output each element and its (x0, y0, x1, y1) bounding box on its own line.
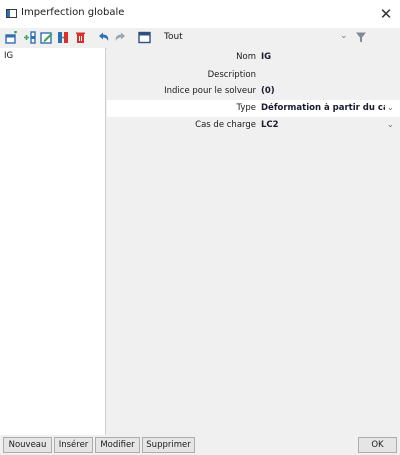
property-label: Type (236, 103, 256, 113)
property-row-load-case[interactable]: Cas de charge LC2 ⌄ (107, 117, 400, 134)
chevron-down-icon[interactable]: ⌄ (387, 120, 394, 129)
property-value-solver-index[interactable]: (0) (261, 86, 385, 96)
close-button[interactable]: ✕ (372, 0, 400, 28)
insert-button[interactable]: Insérer (54, 437, 93, 453)
toolbar: Tout ⌄ (0, 28, 400, 49)
property-row-nom[interactable]: Nom IG (107, 49, 400, 66)
window-title: Imperfection globale (21, 7, 125, 18)
table-icon[interactable] (138, 31, 151, 44)
filter-icon[interactable] (355, 31, 367, 44)
delete-button[interactable]: Supprimer (142, 437, 195, 453)
new-icon[interactable] (5, 31, 18, 44)
property-row-solver-index[interactable]: Indice pour le solveur (0) (107, 83, 400, 100)
property-value-load-case[interactable]: LC2 (261, 120, 385, 130)
button-bar: Nouveau Insérer Modifier Supprimer OK (0, 435, 400, 455)
redo-icon[interactable] (114, 31, 127, 44)
filter-scope-label[interactable]: Tout (164, 32, 183, 42)
chevron-down-icon[interactable]: ⌄ (340, 31, 349, 43)
property-label: Nom (236, 52, 256, 62)
property-grid: Nom IG Description Indice pour le solveu… (107, 48, 400, 435)
modify-button[interactable]: Modifier (95, 437, 140, 453)
ok-button[interactable]: OK (358, 437, 397, 453)
copy-icon[interactable] (57, 31, 70, 44)
edit-icon[interactable] (40, 31, 53, 44)
property-value-type[interactable]: Déformation à partir du cas de charge (261, 103, 385, 113)
dialog-window: Imperfection globale ✕ Tout ⌄ IG Nom IG … (0, 0, 400, 455)
new-button[interactable]: Nouveau (3, 437, 52, 453)
property-row-description[interactable]: Description (107, 67, 400, 84)
delete-icon[interactable] (74, 31, 87, 44)
insert-icon[interactable] (23, 31, 36, 44)
property-value-nom[interactable]: IG (261, 52, 385, 62)
title-bar: Imperfection globale ✕ (0, 0, 400, 28)
property-label: Indice pour le solveur (164, 86, 256, 96)
property-label: Cas de charge (195, 120, 256, 130)
property-row-type[interactable]: Type Déformation à partir du cas de char… (107, 100, 400, 117)
window-icon (6, 9, 17, 18)
item-list: IG (0, 48, 106, 435)
undo-icon[interactable] (97, 31, 110, 44)
list-item[interactable]: IG (0, 49, 105, 63)
property-label: Description (207, 70, 256, 80)
chevron-down-icon[interactable]: ⌄ (387, 103, 394, 112)
